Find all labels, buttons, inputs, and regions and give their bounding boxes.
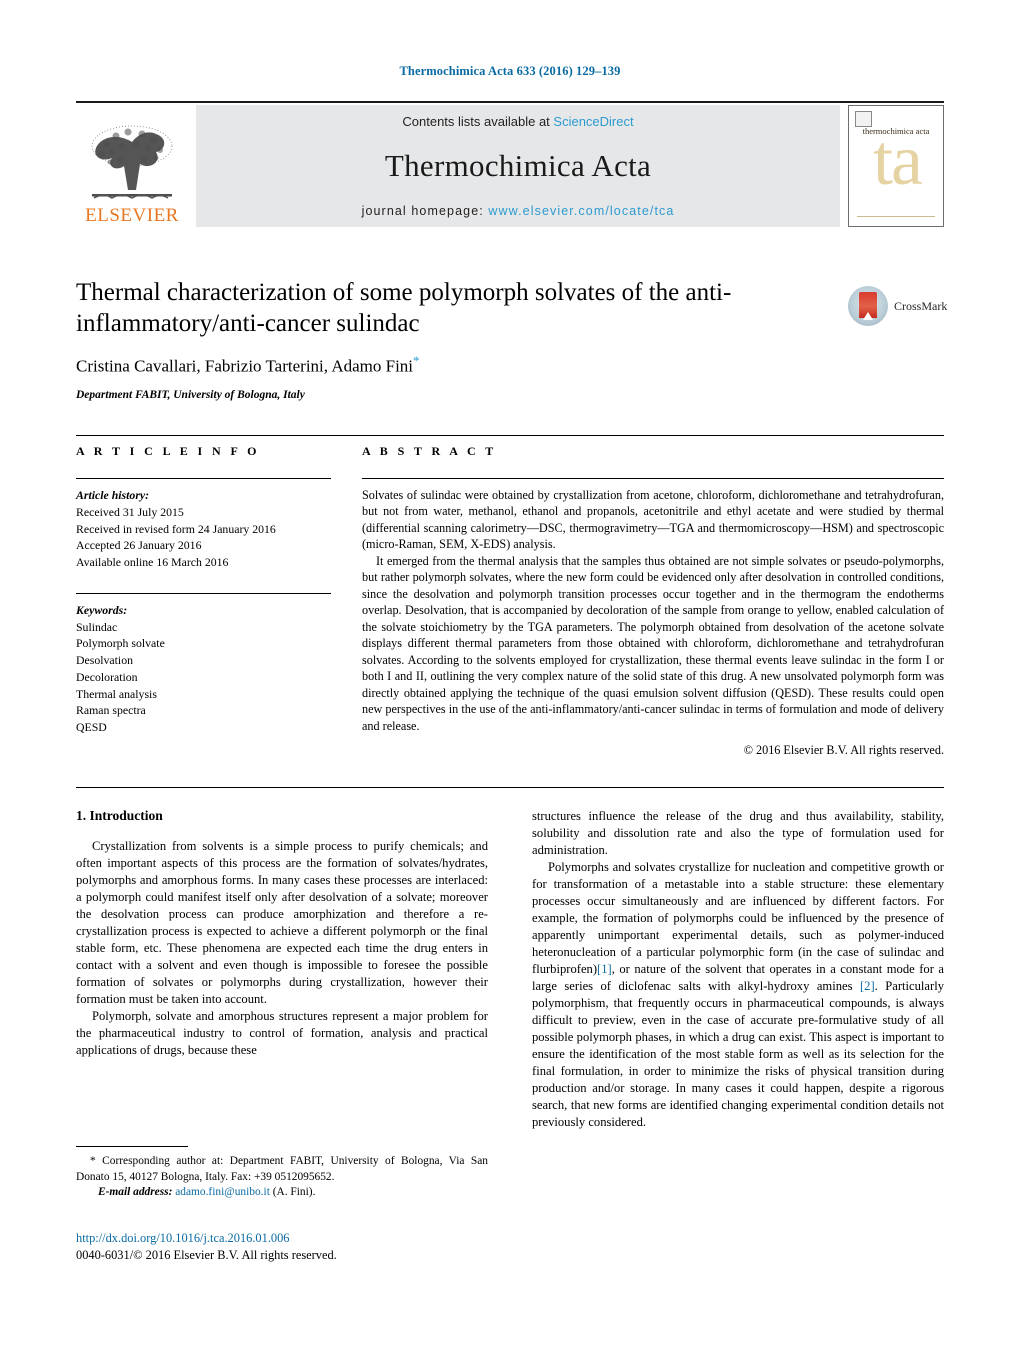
issn-copyright-line: 0040-6031/© 2016 Elsevier B.V. All right… [76, 1247, 337, 1262]
crossmark-badge[interactable]: CrossMark [848, 284, 948, 328]
title-block: Thermal characterization of some polymor… [76, 278, 948, 401]
elsevier-tree-icon [86, 120, 178, 206]
info-top-rule [76, 435, 944, 436]
body-paragraph-with-refs: Polymorphs and solvates crystallize for … [532, 859, 944, 1131]
body-column-left: 1. Introduction Crystallization from sol… [76, 808, 488, 1059]
body-text-part: Polymorphs and solvates crystallize for … [532, 860, 944, 976]
keyword-item: Thermal analysis [76, 686, 157, 701]
sciencedirect-link[interactable]: ScienceDirect [553, 114, 633, 129]
keyword-item: QESD [76, 720, 107, 734]
homepage-prefix: journal homepage: [361, 204, 489, 218]
doi-link[interactable]: http://dx.doi.org/10.1016/j.tca.2016.01.… [76, 1230, 536, 1247]
homepage-url-link[interactable]: www.elsevier.com/locate/tca [488, 204, 674, 218]
article-info-column: Article history: Received 31 July 2015 R… [76, 470, 331, 736]
elsevier-wordmark: ELSEVIER [85, 205, 179, 226]
footnote-block: * Corresponding author at: Department FA… [76, 1146, 488, 1201]
contents-list-line: Contents lists available at ScienceDirec… [402, 114, 633, 129]
article-history-block: Article history: Received 31 July 2015 R… [76, 487, 331, 571]
article-page: Thermochimica Acta 633 (2016) 129–139 EL… [0, 0, 1020, 1351]
cover-journal-title: thermochimica acta [862, 126, 930, 136]
body-column-right: structures influence the release of the … [532, 808, 944, 1131]
body-paragraph-continuation: structures influence the release of the … [532, 809, 944, 857]
footnote-text: Corresponding author at: Department FABI… [76, 1155, 488, 1183]
email-suffix: (A. Fini). [269, 1186, 316, 1199]
doi-block: http://dx.doi.org/10.1016/j.tca.2016.01.… [76, 1230, 536, 1263]
journal-homepage-line: journal homepage: www.elsevier.com/locat… [362, 204, 675, 218]
crossmark-logo-icon [848, 286, 888, 326]
email-note: E-mail address: adamo.fini@unibo.it (A. … [76, 1185, 488, 1201]
keyword-item: Sulindac [76, 619, 118, 634]
author-names: Cristina Cavallari, Fabrizio Tarterini, … [76, 356, 414, 376]
article-history-label: Article history: [76, 488, 150, 502]
crossmark-label: CrossMark [894, 298, 948, 313]
keywords-label: Keywords: [76, 602, 128, 617]
intro-text-left: Crystallization from solvents is a simpl… [76, 838, 488, 1059]
keyword-item: Polymorph solvate [76, 636, 165, 651]
abstract-paragraph: Solvates of sulindac were obtained by cr… [362, 488, 944, 552]
journal-title: Thermochimica Acta [384, 147, 652, 183]
keyword-item: Decoloration [76, 669, 138, 684]
elsevier-logo: ELSEVIER [76, 105, 188, 227]
body-text-part: . Particularly polymorphism, that freque… [532, 979, 944, 1129]
keywords-block: Keywords: Sulindac Polymorph solvate Des… [76, 602, 331, 736]
abstract-column: Solvates of sulindac were obtained by cr… [362, 470, 944, 758]
keywords-rule [76, 592, 331, 594]
article-info-heading: A R T I C L E I N F O [76, 444, 260, 458]
abstract-paragraph: It emerged from the thermal analysis tha… [362, 553, 944, 733]
journal-masthead: ELSEVIER Contents lists available at Sci… [76, 101, 944, 227]
email-link[interactable]: adamo.fini@unibo.it [175, 1186, 270, 1198]
history-item: Accepted 26 January 2016 [76, 538, 202, 553]
affiliation: Department FABIT, University of Bologna,… [76, 388, 305, 401]
citation-ref-2[interactable]: [2] [860, 979, 875, 993]
abstract-heading: A B S T R A C T [362, 444, 497, 458]
article-history-rule [76, 478, 331, 479]
cover-rule [857, 216, 935, 217]
history-item: Received in revised form 24 January 2016 [76, 521, 276, 536]
abstract-rule [362, 478, 944, 479]
section-heading-introduction: 1. Introduction [76, 808, 163, 823]
corresponding-author-note: * Corresponding author at: Department FA… [76, 1154, 488, 1185]
corresponding-author-marker: * [413, 353, 420, 368]
page-title: Thermal characterization of some polymor… [76, 279, 732, 337]
history-item: Received 31 July 2015 [76, 504, 184, 519]
info-abstract-headings: A R T I C L E I N F O A B S T R A C T [76, 444, 944, 468]
journal-banner: Contents lists available at ScienceDirec… [196, 105, 840, 227]
email-label: E-mail address: [98, 1186, 173, 1199]
footnote-rule [76, 1146, 188, 1147]
journal-cover-thumbnail: ta thermochimica acta [848, 105, 944, 227]
abstract-text: Solvates of sulindac were obtained by cr… [362, 487, 944, 734]
citation-ref-1[interactable]: [1] [597, 962, 612, 976]
contents-prefix: Contents lists available at [402, 114, 554, 129]
history-item: Available online 16 March 2016 [76, 555, 229, 569]
intro-text-right: structures influence the release of the … [532, 808, 944, 1131]
body-paragraph: Crystallization from solvents is a simpl… [76, 839, 488, 1006]
keyword-item: Desolvation [76, 653, 134, 667]
cover-monogram: ta [873, 120, 923, 200]
running-head: Thermochimica Acta 633 (2016) 129–139 [399, 64, 621, 78]
author-list: Cristina Cavallari, Fabrizio Tarterini, … [76, 353, 944, 377]
body-paragraph: Polymorph, solvate and amorphous structu… [76, 1009, 488, 1057]
abstract-copyright: © 2016 Elsevier B.V. All rights reserved… [743, 743, 944, 758]
body-top-rule [76, 787, 944, 788]
keyword-item: Raman spectra [76, 703, 146, 718]
